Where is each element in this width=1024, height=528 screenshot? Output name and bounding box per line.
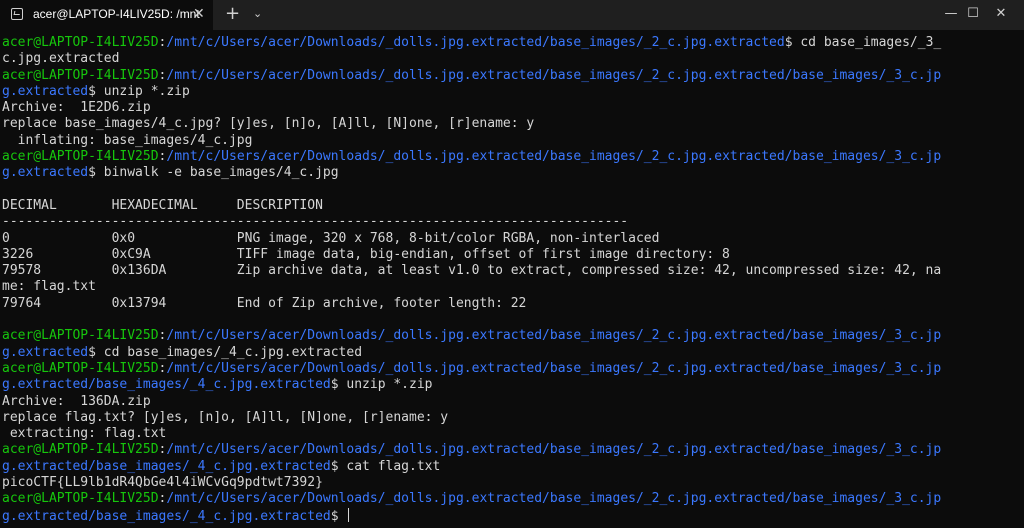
new-tab-button[interactable]: + (225, 3, 240, 25)
prompt-user: acer@LAPTOP-I4LIV25D (2, 67, 159, 83)
terminal-text: ----------------------------------------… (2, 214, 629, 230)
prompt-path: /mnt/c/Users/acer/Downloads/_dolls.jpg.e… (166, 328, 942, 344)
terminal-text: 79764 0x13794 End of Zip archive, footer… (2, 295, 527, 311)
terminal-line: ----------------------------------------… (2, 214, 1017, 230)
prompt-path: g.extracted/base_images/_4_c.jpg.extract… (2, 508, 331, 524)
terminal-text: $ cd base_images/_3_ (784, 35, 942, 50)
tab-title: acer@LAPTOP-I4LIV25D: /mnt (33, 7, 200, 21)
terminal-text: extracting: flag.txt (2, 426, 167, 442)
terminal-text: Archive: 1E2D6.zip (2, 100, 151, 116)
terminal-text: Archive: 136DA.zip (2, 393, 151, 409)
terminal-text: picoCTF{LL9lb1dR4QbGe4l4iWCvGq9pdtwt7392… (2, 475, 323, 491)
terminal-line: 79764 0x13794 End of Zip archive, footer… (2, 296, 1017, 312)
terminal-text: $ binwalk -e base_images/4_c.jpg (88, 165, 339, 181)
prompt-path: /mnt/c/Users/acer/Downloads/_dolls.jpg.e… (166, 442, 942, 458)
terminal-line: inflating: base_images/4_c.jpg (2, 133, 1017, 149)
terminal-line: acer@LAPTOP-I4LIV25D:/mnt/c/Users/acer/D… (2, 361, 1017, 377)
scrollbar[interactable] (1018, 30, 1024, 528)
terminal-line: g.extracted/base_images/_4_c.jpg.extract… (2, 459, 1017, 475)
prompt-user: acer@LAPTOP-I4LIV25D (2, 442, 159, 458)
prompt-path: /mnt/c/Users/acer/Downloads/_dolls.jpg.e… (166, 67, 942, 83)
terminal-line: acer@LAPTOP-I4LIV25D:/mnt/c/Users/acer/D… (2, 35, 1017, 51)
terminal-line: acer@LAPTOP-I4LIV25D:/mnt/c/Users/acer/D… (2, 68, 1017, 84)
chevron-down-icon[interactable]: ⌄ (253, 5, 262, 23)
terminal-text: 79578 0x136DA Zip archive data, at least… (2, 263, 942, 279)
terminal-line: g.extracted$ unzip *.zip (2, 84, 1017, 100)
terminal-line: acer@LAPTOP-I4LIV25D:/mnt/c/Users/acer/D… (2, 491, 1017, 507)
terminal-line: 0 0x0 PNG image, 320 x 768, 8-bit/color … (2, 231, 1017, 247)
prompt-path: g.extracted (2, 83, 89, 99)
prompt-path: g.extracted (2, 344, 89, 360)
terminal-line: me: flag.txt (2, 279, 1017, 295)
terminal-text: $ cd base_images/_4_c.jpg.extracted (88, 344, 363, 360)
terminal-text: $ unzip *.zip (330, 377, 433, 393)
terminal-line: c.jpg.extracted (2, 51, 1017, 67)
terminal-text: $ cat flag.txt (330, 458, 441, 474)
terminal-line: Archive: 136DA.zip (2, 394, 1017, 410)
terminal-line: replace flag.txt? [y]es, [n]o, [A]ll, [N… (2, 410, 1017, 426)
terminal-line: DECIMAL HEXADECIMAL DESCRIPTION (2, 198, 1017, 214)
terminal-line: replace base_images/4_c.jpg? [y]es, [n]o… (2, 116, 1017, 132)
terminal-line: picoCTF{LL9lb1dR4QbGe4l4iWCvGq9pdtwt7392… (2, 475, 1017, 491)
prompt-path: /mnt/c/Users/acer/Downloads/_dolls.jpg.e… (166, 491, 942, 507)
terminal-text: replace base_images/4_c.jpg? [y]es, [n]o… (2, 116, 535, 132)
terminal-line: g.extracted$ binwalk -e base_images/4_c.… (2, 165, 1017, 181)
terminal-line: g.extracted/base_images/_4_c.jpg.extract… (2, 377, 1017, 393)
terminal-text: $ unzip *.zip (88, 83, 190, 99)
prompt-path: /mnt/c/Users/acer/Downloads/_dolls.jpg.e… (166, 35, 785, 50)
prompt-user: acer@LAPTOP-I4LIV25D (2, 328, 159, 344)
prompt-path: g.extracted/base_images/_4_c.jpg.extract… (2, 377, 331, 393)
terminal-line: Archive: 1E2D6.zip (2, 100, 1017, 116)
terminal-line: acer@LAPTOP-I4LIV25D:/mnt/c/Users/acer/D… (2, 442, 1017, 458)
terminal-text: DECIMAL HEXADECIMAL DESCRIPTION (2, 197, 323, 213)
terminal-text: inflating: base_images/4_c.jpg (2, 132, 253, 148)
close-window-button[interactable]: ✕ (978, 0, 1024, 30)
prompt-path: /mnt/c/Users/acer/Downloads/_dolls.jpg.e… (166, 149, 942, 165)
prompt-user: acer@LAPTOP-I4LIV25D (2, 360, 159, 376)
terminal-line: extracting: flag.txt (2, 426, 1017, 442)
prompt-path: g.extracted (2, 165, 89, 181)
terminal-tab[interactable]: acer@LAPTOP-I4LIV25D: /mnt ✕ (0, 0, 213, 30)
terminal-line: 3226 0xC9A TIFF image data, big-endian, … (2, 247, 1017, 263)
prompt-user: acer@LAPTOP-I4LIV25D (2, 149, 159, 165)
terminal-text: 3226 0xC9A TIFF image data, big-endian, … (2, 246, 730, 262)
terminal-line: 79578 0x136DA Zip archive data, at least… (2, 263, 1017, 279)
prompt-user: acer@LAPTOP-I4LIV25D (2, 35, 159, 50)
prompt-user: acer@LAPTOP-I4LIV25D (2, 491, 159, 507)
terminal-text: c.jpg.extracted (2, 51, 120, 67)
tab-close-icon[interactable]: ✕ (193, 6, 205, 22)
terminal-text: replace flag.txt? [y]es, [n]o, [A]ll, [N… (2, 409, 449, 425)
text-cursor (348, 507, 350, 522)
prompt-path: /mnt/c/Users/acer/Downloads/_dolls.jpg.e… (166, 360, 942, 376)
title-bar: acer@LAPTOP-I4LIV25D: /mnt ✕ + ⌄ — ☐ ✕ (0, 0, 1024, 30)
terminal-text: me: flag.txt (2, 279, 96, 295)
terminal-line: acer@LAPTOP-I4LIV25D:/mnt/c/Users/acer/D… (2, 328, 1017, 344)
terminal-line: acer@LAPTOP-I4LIV25D:/mnt/c/Users/acer/D… (2, 149, 1017, 165)
terminal-text: $ (330, 508, 347, 524)
prompt-path: g.extracted/base_images/_4_c.jpg.extract… (2, 458, 331, 474)
terminal-output[interactable]: acer@LAPTOP-I4LIV25D:/mnt/c/Users/acer/D… (2, 35, 1017, 528)
terminal-text: 0 0x0 PNG image, 320 x 768, 8-bit/color … (2, 230, 660, 246)
terminal-line: g.extracted/base_images/_4_c.jpg.extract… (2, 507, 1017, 524)
terminal-icon (11, 8, 23, 20)
terminal-line: g.extracted$ cd base_images/_4_c.jpg.ext… (2, 345, 1017, 361)
